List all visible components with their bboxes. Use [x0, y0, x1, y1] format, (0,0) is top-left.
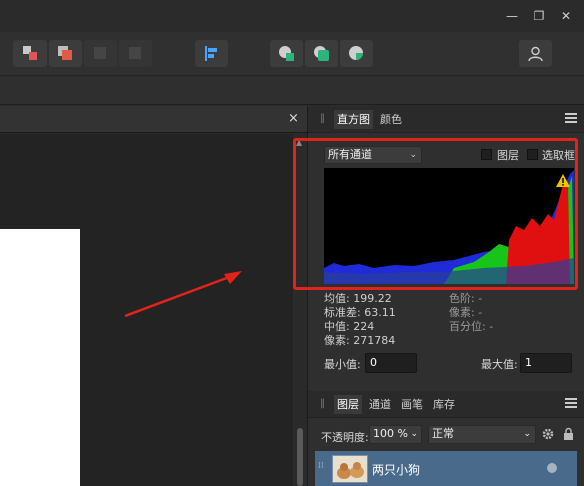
combine-button[interactable] [49, 40, 82, 67]
user-icon [528, 46, 543, 62]
panel-menu-icon[interactable] [565, 398, 577, 408]
blend-mode-select[interactable]: 正常 ⌄ [428, 425, 536, 444]
layer-thumbnail [332, 455, 368, 483]
layer-row[interactable]: ⁞⁞ 两只小狗 [315, 451, 577, 486]
tab-stock[interactable]: 库存 [430, 395, 458, 414]
opacity-select[interactable]: 100 % ⌄ [369, 425, 422, 444]
highlight-box [293, 138, 578, 290]
gear-icon[interactable] [541, 427, 555, 441]
tab-layers[interactable]: 图层 [334, 395, 362, 414]
panel-grip-icon[interactable]: ‖ [320, 113, 325, 124]
intersect-button[interactable] [119, 40, 152, 67]
max-value-field[interactable]: 1 [520, 353, 572, 373]
arrange-icon [23, 46, 37, 60]
visibility-dot-icon[interactable] [547, 463, 557, 473]
stat-level-pixels: 像素: - [449, 306, 483, 319]
window-titlebar: — ❐ ✕ [0, 0, 584, 32]
panel-grip-icon[interactable]: ‖ [320, 398, 325, 409]
scroll-thumb[interactable] [297, 428, 303, 486]
shape-pie-icon [349, 46, 363, 60]
toolbar [0, 32, 584, 76]
tab-histogram[interactable]: 直方图 [334, 110, 373, 129]
close-document-button[interactable]: × [288, 112, 299, 126]
shape-circle-icon [279, 46, 294, 61]
layer-name: 两只小狗 [372, 463, 421, 477]
restore-button[interactable]: ❐ [532, 9, 546, 23]
chevron-down-icon: ⌄ [410, 429, 418, 439]
layers-tabbar: ‖ 图层 通道 画笔 库存 [308, 391, 584, 418]
stat-mean: 均值: 199.22 [324, 292, 392, 305]
combine-icon [58, 46, 72, 60]
min-label: 最小值: [324, 358, 361, 371]
close-window-button[interactable]: ✕ [559, 9, 573, 23]
tab-channels[interactable]: 通道 [366, 395, 394, 414]
opacity-label: 不透明度: [321, 431, 369, 444]
stat-level: 色阶: - [449, 292, 483, 305]
document-page [0, 229, 80, 486]
intersect-icon [129, 47, 141, 59]
histogram-tabbar: ‖ 直方图 颜色 [308, 106, 584, 133]
shape-pie-button[interactable] [340, 40, 373, 67]
subtract-icon [94, 47, 106, 59]
user-button[interactable] [519, 40, 552, 67]
annotation-arrow [124, 271, 242, 318]
stat-stddev: 标准差: 63.11 [324, 306, 396, 319]
document-tab[interactable]: × [0, 106, 307, 133]
shape-square-icon [314, 46, 329, 61]
max-label: 最大值: [481, 358, 518, 371]
arrange-button[interactable] [13, 40, 47, 67]
lock-icon[interactable] [563, 427, 574, 441]
shape-circle-button[interactable] [270, 40, 303, 67]
panel-menu-icon[interactable] [565, 113, 577, 123]
stats-right: 色阶: - 像素: - 百分位: - [449, 292, 493, 334]
stat-percentile: 百分位: - [449, 320, 494, 333]
align-left-icon [205, 46, 217, 61]
stats-left: 均值: 199.22 标准差: 63.11 中值: 224 像素: 271784 [324, 292, 396, 348]
tab-brushes[interactable]: 画笔 [398, 395, 426, 414]
dog-thumbnail-icon [333, 456, 367, 482]
drag-handle-icon[interactable]: ⁞⁞ [318, 461, 324, 471]
stat-pixels: 像素: 271784 [324, 334, 396, 347]
minimize-button[interactable]: — [505, 9, 519, 23]
stat-median: 中值: 224 [324, 320, 375, 333]
chevron-down-icon: ⌄ [523, 429, 531, 439]
opacity-value: 100 % [373, 427, 408, 440]
tab-color[interactable]: 颜色 [377, 110, 405, 129]
min-value-field[interactable]: 0 [365, 353, 417, 373]
blend-mode-value: 正常 [432, 427, 454, 440]
align-button[interactable] [195, 40, 228, 67]
subtract-button[interactable] [84, 40, 117, 67]
shape-square-button[interactable] [305, 40, 338, 67]
context-toolbar [0, 77, 584, 105]
